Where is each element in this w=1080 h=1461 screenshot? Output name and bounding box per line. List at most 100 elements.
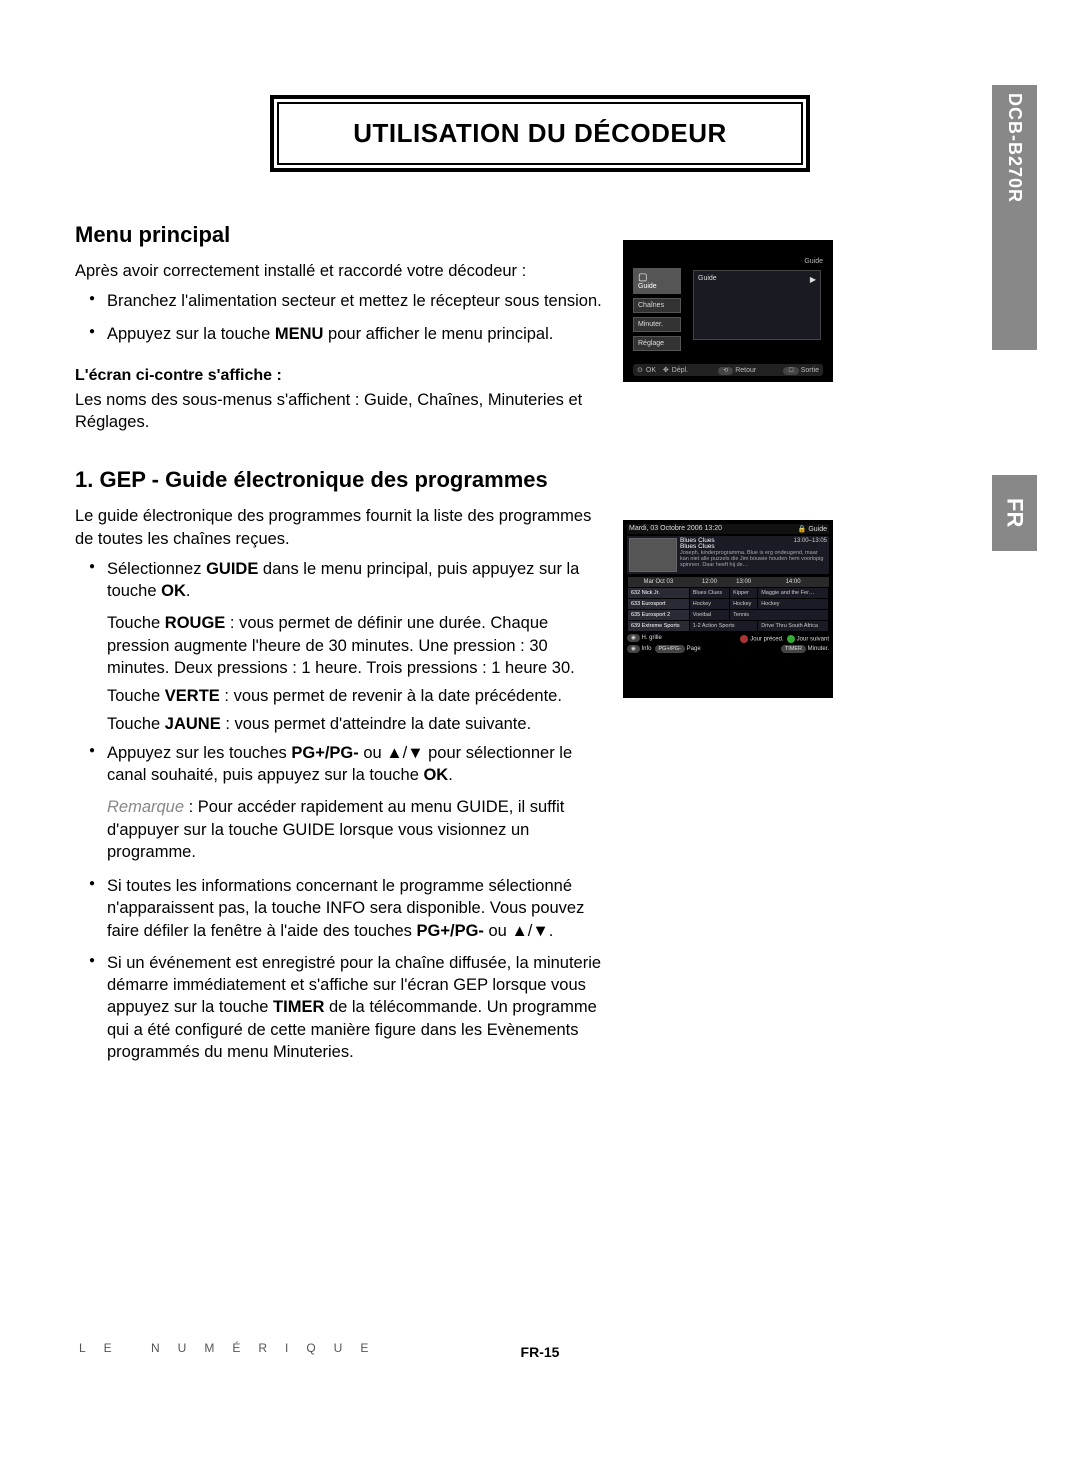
c: 12:00: [689, 577, 729, 588]
t-bold: PG+/PG-: [291, 744, 358, 762]
bullet-power: Branchez l'alimentation secteur et mette…: [89, 290, 605, 312]
t2: : vous permet de revenir à la date précé…: [220, 687, 562, 705]
l: Dépl.: [672, 367, 688, 374]
green-dot-icon: [787, 635, 795, 643]
c: Maggie and the Fer…: [758, 588, 829, 599]
shot2-prog-time: 13:00–13:05: [794, 538, 827, 544]
c: Hockey: [689, 599, 729, 610]
section-heading-gep: 1. GEP - Guide électronique des programm…: [75, 467, 605, 493]
screenshot-main-menu: Guide ▢ Guide Chaînes Minuter. Réglage G…: [623, 240, 833, 382]
l: Jour préced.: [750, 637, 783, 643]
t: Sélectionnez: [107, 560, 206, 578]
side-tab-lang: FR: [992, 475, 1037, 551]
screenshot-epg: Mardi, 03 Octobre 2006 13:20 🔒 Guide Blu…: [623, 520, 833, 698]
c: 639 Extreme Sports: [628, 621, 690, 632]
side-tab-model: DCB-B270R: [992, 85, 1037, 350]
shot2-prog-desc: Joseph, kinderprogramma. Blue is erg ond…: [680, 550, 827, 568]
t: Touche: [107, 614, 165, 632]
bullet-press-menu: Appuyez sur la touche MENU pour afficher…: [89, 323, 605, 345]
shot1-panel: Guide ▶: [693, 270, 821, 340]
bullet-timer: Si un événement est enregistré pour la c…: [89, 952, 605, 1063]
c: Voetbal: [689, 610, 729, 621]
yellow-key-text: Touche JAUNE : vous permet d'atteindre l…: [107, 713, 605, 735]
footer-brand: LE NUMÉRIQUE: [79, 1341, 386, 1355]
return-icon: ⟲: [718, 367, 733, 375]
t: Appuyez sur les touches: [107, 744, 291, 762]
t: Touche: [107, 715, 165, 733]
t3: .: [448, 766, 453, 784]
t2: : vous permet d'atteindre la date suivan…: [221, 715, 531, 733]
screen-shown-text: Les noms des sous-menus s'affichent : Gu…: [75, 389, 605, 434]
shot2-prog-title2: Blues Clues: [680, 543, 715, 550]
pill-icon: PG+/PG-: [655, 645, 685, 653]
l: Guide: [638, 283, 657, 290]
t-bold: JAUNE: [165, 715, 221, 733]
t: Touche: [107, 687, 165, 705]
c: Mar Oct 03: [628, 577, 690, 588]
bullet-select-guide: Sélectionnez GUIDE dans le menu principa…: [89, 558, 605, 603]
c: 633 Eurosport: [628, 599, 690, 610]
gep-intro: Le guide électronique des programmes fou…: [75, 505, 605, 550]
shot1-side-minuter: Minuter.: [633, 317, 681, 332]
c: Hockey: [730, 599, 758, 610]
t2: ou ▲/▼.: [484, 922, 553, 940]
bullet-press-menu-a: Appuyez sur la touche: [107, 325, 275, 343]
l: Jour suivant: [797, 637, 829, 643]
bullet-press-menu-key: MENU: [275, 325, 324, 343]
shot2-grid: Mar Oct 03 12:00 13:00 14:00 632 Nick Jr…: [627, 577, 829, 632]
c: Drive Thru South Africa: [758, 621, 829, 632]
lock-icon: 🔒: [798, 526, 807, 533]
shot1-footer: ⊙OK ✥Dépl. ⟲ Retour ☐ Sortie: [633, 364, 823, 376]
ok-icon: ⊙: [637, 367, 643, 374]
shot2-preview: [629, 538, 677, 572]
t3: .: [186, 582, 191, 600]
table-row: 639 Extreme Sports 1-2 Action Sports Dri…: [628, 621, 829, 632]
t-bold: PG+/PG-: [417, 922, 484, 940]
l: H. grille: [641, 635, 661, 641]
bullet-info-scroll: Si toutes les informations concernant le…: [89, 875, 605, 942]
shot2-footbar-1: ◉ H. grille Jour préced. Jour suivant: [627, 635, 829, 643]
t-bold: ROUGE: [165, 614, 226, 632]
c: 632 Nick Jr.: [628, 588, 690, 599]
shot2-date: Mardi, 03 Octobre 2006 13:20: [629, 525, 722, 533]
bullet-press-menu-c: pour afficher le menu principal.: [323, 325, 553, 343]
remark: Remarque : Pour accéder rapidement au me…: [107, 796, 605, 863]
l: Retour: [735, 367, 756, 374]
table-row: 633 Eurosport Hockey Hockey Hockey: [628, 599, 829, 610]
c: 635 Eurosport 2: [628, 610, 690, 621]
page-title-frame: UTILISATION DU DÉCODEUR: [270, 95, 810, 172]
t-bold: TIMER: [273, 998, 324, 1016]
l: Guide: [698, 275, 717, 282]
timer-pill-icon: TIMER: [781, 645, 806, 653]
page-title: UTILISATION DU DÉCODEUR: [277, 102, 803, 165]
shot1-side-chaines: Chaînes: [633, 298, 681, 313]
screen-shown-label: L'écran ci-contre s'affiche :: [75, 367, 605, 385]
pill-icon: ◉: [627, 645, 640, 653]
red-key-text: Touche ROUGE : vous permet de définir un…: [107, 612, 605, 679]
pill-icon: ◉: [627, 634, 640, 642]
t-bold: VERTE: [165, 687, 220, 705]
t-bold2: OK: [423, 766, 448, 784]
shot1-topbar: Guide: [804, 258, 823, 265]
c: Blues Clues: [689, 588, 729, 599]
remark-label: Remarque: [107, 798, 184, 816]
t-bold2: OK: [161, 582, 186, 600]
table-row: 632 Nick Jr. Blues Clues Kipper Maggie a…: [628, 588, 829, 599]
c: Tennis: [730, 610, 829, 621]
l: Minuter.: [808, 646, 829, 652]
c: 13:00: [730, 577, 758, 588]
page-number: FR-15: [521, 1344, 560, 1360]
chevron-right-icon: ▶: [810, 275, 816, 284]
l: Info: [641, 646, 651, 652]
c: 1-2 Action Sports: [689, 621, 757, 632]
c: Hockey: [758, 599, 829, 610]
arrows-icon: ✥: [663, 367, 669, 374]
section-heading-menu-principal: Menu principal: [75, 222, 605, 248]
page-footer: LE NUMÉRIQUE FR-15: [75, 1339, 1005, 1357]
green-key-text: Touche VERTE : vous permet de revenir à …: [107, 685, 605, 707]
intro-text: Après avoir correctement installé et rac…: [75, 260, 605, 282]
shot1-side-reglage: Réglage: [633, 336, 681, 351]
l: OK: [646, 367, 656, 374]
red-dot-icon: [740, 635, 748, 643]
exit-icon: ☐: [783, 367, 798, 375]
